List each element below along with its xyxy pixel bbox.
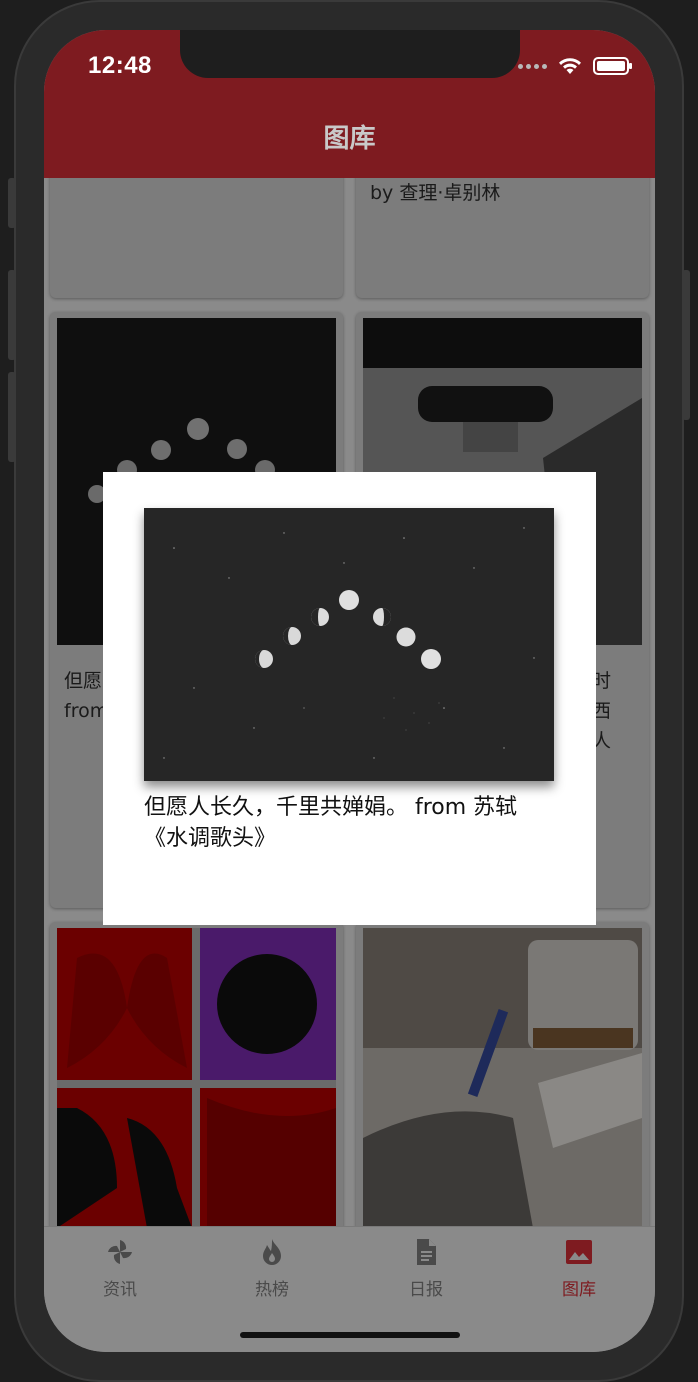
app-screen: 12:48 图库 by 查理·卓别林 但愿 from 时 西 人 资讯 热榜 日… <box>44 30 655 1352</box>
battery-icon <box>593 57 632 75</box>
home-indicator[interactable] <box>240 1332 460 1338</box>
document-icon <box>417 1239 436 1265</box>
card-image-writing <box>363 928 642 1228</box>
page-title: 图库 <box>323 124 376 154</box>
card-caption: by 查理·卓别林 <box>370 182 501 204</box>
cellular-signal-icon <box>518 63 547 69</box>
tab-news[interactable]: 资讯 <box>80 1237 160 1300</box>
wifi-icon <box>559 58 581 74</box>
tab-hot[interactable]: 热榜 <box>232 1237 312 1300</box>
volume-up-button <box>8 270 16 360</box>
card-image-pop-art <box>57 928 336 1228</box>
mute-switch <box>8 178 16 228</box>
card-caption-line: 但愿 <box>64 670 103 692</box>
tab-label: 热榜 <box>255 1280 289 1300</box>
tab-gallery[interactable]: 图库 <box>539 1237 619 1300</box>
image-icon <box>566 1240 592 1264</box>
image-preview-dialog[interactable]: 但愿人长久，千里共婵娟。 from 苏轼《水调歌头》 <box>103 472 596 925</box>
card-caption-line: from <box>64 700 109 722</box>
notch <box>180 30 520 78</box>
volume-down-button <box>8 372 16 462</box>
status-icons <box>518 56 632 76</box>
tab-daily[interactable]: 日报 <box>386 1237 466 1300</box>
pinwheel-icon <box>108 1240 132 1264</box>
tab-label: 日报 <box>409 1280 443 1300</box>
dialog-image-moon-phases <box>144 508 554 781</box>
tab-label: 资讯 <box>103 1280 137 1300</box>
dialog-caption: 但愿人长久，千里共婵娟。 from 苏轼《水调歌头》 <box>144 795 518 851</box>
power-button <box>682 270 690 420</box>
grid-card[interactable] <box>50 922 343 1242</box>
grid-card[interactable] <box>356 922 649 1242</box>
flame-icon <box>263 1239 281 1265</box>
status-time: 12:48 <box>88 52 152 79</box>
app-header: 12:48 图库 <box>44 30 655 178</box>
tab-label: 图库 <box>562 1280 596 1300</box>
